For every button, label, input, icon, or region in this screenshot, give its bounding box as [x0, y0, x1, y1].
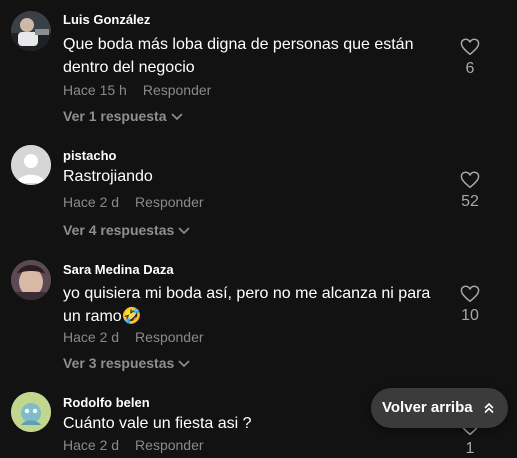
comment-text: Rastrojiando — [63, 168, 153, 185]
view-replies-button[interactable]: Ver 3 respuestas — [63, 355, 190, 371]
chevron-down-icon — [178, 227, 190, 235]
back-to-top-label: Volver arriba — [382, 399, 473, 416]
comment-meta: Hace 2 d Responder — [63, 437, 204, 453]
reply-button[interactable]: Responder — [143, 82, 212, 98]
comment-text-body: yo quisiera mi boda así, pero no me alca… — [63, 285, 431, 325]
back-to-top-button[interactable]: Volver arriba — [371, 388, 508, 428]
double-chevron-up-icon — [484, 402, 494, 413]
like-count: 1 — [465, 440, 475, 457]
comment-meta: Hace 15 h Responder — [63, 82, 211, 98]
reply-button[interactable]: Responder — [135, 194, 204, 210]
comment-time: Hace 2 d — [63, 437, 120, 453]
like-count: 52 — [461, 193, 479, 210]
comment-author[interactable]: Luis González — [63, 12, 150, 27]
avatar[interactable] — [11, 145, 51, 185]
comment-meta: Hace 2 d Responder — [63, 329, 204, 345]
comment-time: Hace 15 h — [63, 82, 127, 98]
reply-button[interactable]: Responder — [135, 437, 204, 453]
chevron-down-icon — [171, 113, 182, 121]
comment-author[interactable]: pistacho — [63, 148, 116, 163]
heart-icon — [460, 38, 480, 56]
default-user-icon — [11, 145, 51, 185]
comment-time: Hace 2 d — [63, 194, 120, 210]
view-replies-label: Ver 3 respuestas — [63, 355, 175, 371]
avatar[interactable] — [11, 11, 51, 51]
like-count: 10 — [461, 307, 479, 324]
view-replies-label: Ver 4 respuestas — [63, 222, 175, 238]
avatar[interactable] — [11, 260, 51, 300]
comment-text: yo quisiera mi boda así, pero no me alca… — [63, 282, 448, 328]
like-count: 6 — [465, 60, 475, 77]
rofl-emoji: 🤣 — [121, 308, 142, 325]
like-button[interactable]: 6 — [455, 38, 485, 78]
comment-text: Que boda más loba digna de personas que … — [63, 36, 414, 76]
view-replies-button[interactable]: Ver 4 respuestas — [63, 222, 190, 238]
avatar[interactable] — [11, 392, 51, 432]
like-button[interactable]: 52 — [455, 171, 485, 211]
view-replies-label: Ver 1 respuesta — [63, 108, 167, 124]
heart-icon — [460, 171, 480, 189]
comment-author[interactable]: Rodolfo belen — [63, 395, 150, 410]
comment-meta: Hace 2 d Responder — [63, 194, 204, 210]
comment-author[interactable]: Sara Medina Daza — [63, 262, 174, 277]
reply-button[interactable]: Responder — [135, 329, 204, 345]
like-button[interactable]: 10 — [455, 285, 485, 325]
heart-icon — [460, 285, 480, 303]
view-replies-button[interactable]: Ver 1 respuesta — [63, 108, 183, 124]
chevron-down-icon — [178, 360, 190, 368]
comment-time: Hace 2 d — [63, 329, 120, 345]
